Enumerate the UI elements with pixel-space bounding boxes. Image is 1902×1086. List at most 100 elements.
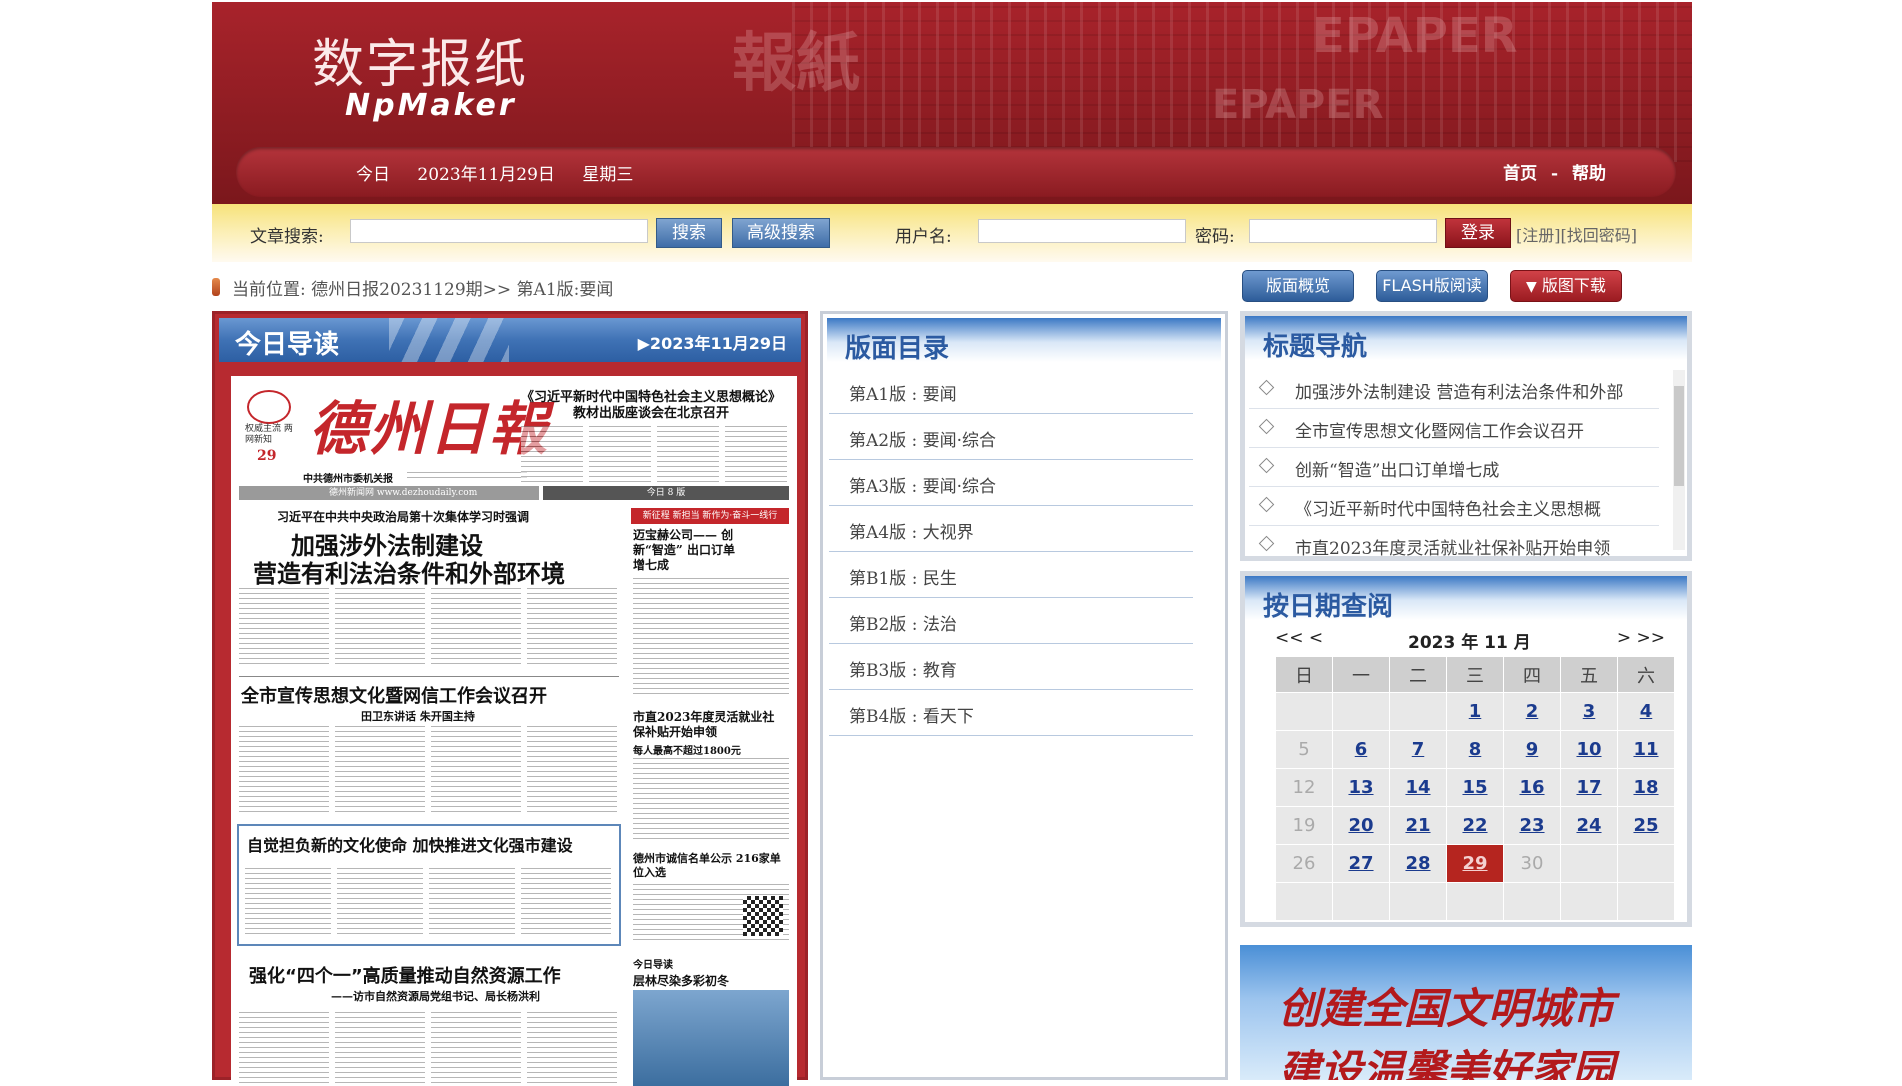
page-download-button[interactable]: ▼ 版图下载 — [1510, 270, 1622, 302]
recover-password-link[interactable]: [找回密码] — [1561, 226, 1638, 245]
scrollbar-thumb[interactable] — [1674, 386, 1684, 486]
calendar-day[interactable]: 13 — [1332, 768, 1390, 807]
newspaper-text-block — [337, 868, 423, 938]
calendar-day[interactable]: 27 — [1332, 844, 1390, 883]
calendar-day — [1275, 882, 1333, 921]
calendar-day[interactable]: 7 — [1389, 730, 1447, 769]
article-search-label: 文章搜索: — [250, 227, 324, 247]
civilization-banner[interactable]: 创建全国文明城市 建设温馨美好家园 — [1240, 945, 1692, 1080]
calendar-day-today[interactable]: 29 — [1446, 844, 1504, 883]
calendar-weekday: 一 — [1332, 656, 1390, 693]
nav-help-link[interactable]: 帮助 — [1572, 164, 1606, 184]
calendar-day: 30 — [1503, 844, 1561, 883]
calendar-day[interactable]: 25 — [1617, 806, 1675, 845]
nav-home-link[interactable]: 首页 — [1503, 164, 1537, 184]
newspaper-right-headline-5: 层林尽染多彩初冬 — [633, 974, 730, 988]
calendar-next-links[interactable]: > >> — [1617, 628, 1665, 648]
newspaper-right-headline-2: 市直2023年度灵活就业社保补贴开始申领 — [633, 710, 775, 739]
newspaper-text-block — [431, 1012, 521, 1086]
newspaper-text-block — [521, 426, 583, 482]
title-nav-list: 加强涉外法制建设 营造有利法治条件和外部 全市宣传思想文化暨网信工作会议召开 创… — [1249, 370, 1659, 556]
calendar-day[interactable]: 15 — [1446, 768, 1504, 807]
edition-item[interactable]: 第A1版 : 要闻 — [829, 368, 1193, 414]
title-nav-title: 标题导航 — [1263, 332, 1368, 362]
calendar-day[interactable]: 10 — [1560, 730, 1618, 769]
header-ghost-text: 報紙 — [732, 27, 860, 101]
title-nav-item[interactable]: 《习近平新时代中国特色社会主义思想概 — [1249, 487, 1659, 526]
calendar-day[interactable]: 22 — [1446, 806, 1504, 845]
register-link[interactable]: [注册] — [1516, 226, 1561, 245]
search-button[interactable]: 搜索 — [656, 218, 722, 248]
calendar-day[interactable]: 21 — [1389, 806, 1447, 845]
date-text: 2023年11月29日 — [417, 165, 555, 185]
calendar-weekday: 三 — [1446, 656, 1504, 693]
calendar-day[interactable]: 28 — [1389, 844, 1447, 883]
newspaper-right-tag: 新征程 新担当 新作为·奋斗一线行 — [631, 508, 789, 524]
newspaper-rule — [239, 676, 619, 677]
flash-read-button[interactable]: FLASH版阅读 — [1376, 270, 1488, 302]
calendar-day: 26 — [1275, 844, 1333, 883]
edition-directory-header: 版面目录 — [827, 318, 1221, 364]
calendar-day — [1275, 692, 1333, 731]
diamond-bullet-icon — [1258, 379, 1275, 396]
calendar-day[interactable]: 24 — [1560, 806, 1618, 845]
calendar-day[interactable]: 23 — [1503, 806, 1561, 845]
article-search-input[interactable] — [350, 219, 648, 243]
calendar-day[interactable]: 20 — [1332, 806, 1390, 845]
newspaper-masthead: 德州日報 — [309, 395, 550, 463]
title-nav-item[interactable]: 创新“智造”出口订单增七成 — [1249, 448, 1659, 487]
newspaper-page-image[interactable]: 权威主流 两网新知 29 德州日報 中共德州市委机关报 《习近平新时代中国特色社… — [231, 376, 797, 1086]
edition-directory-title: 版面目录 — [845, 334, 950, 364]
calendar-day[interactable]: 2 — [1503, 692, 1561, 731]
calendar-prev-links[interactable]: << < — [1275, 628, 1323, 648]
newspaper-right-headline: 迈宝赫公司—— 创新“智造” 出口订单增七成 — [633, 528, 735, 572]
edition-item[interactable]: 第B3版 : 教育 — [829, 644, 1193, 690]
calendar-day[interactable]: 17 — [1560, 768, 1618, 807]
edition-item[interactable]: 第B2版 : 法治 — [829, 598, 1193, 644]
chevron-decoration-icon — [389, 318, 509, 362]
calendar-day[interactable]: 3 — [1560, 692, 1618, 731]
edition-item-label: 第B3版 : 教育 — [849, 661, 957, 681]
advanced-search-button[interactable]: 高级搜索 — [732, 218, 830, 248]
edition-item[interactable]: 第A3版 : 要闻·综合 — [829, 460, 1193, 506]
calendar-day — [1332, 882, 1390, 921]
newspaper-text-block — [431, 726, 521, 812]
calendar-day[interactable]: 16 — [1503, 768, 1561, 807]
calendar-day[interactable]: 4 — [1617, 692, 1675, 731]
calendar-day[interactable]: 1 — [1446, 692, 1504, 731]
calendar-day[interactable]: 8 — [1446, 730, 1504, 769]
edition-item-label: 第A4版 : 大视界 — [849, 523, 974, 543]
edition-item[interactable]: 第B1版 : 民生 — [829, 552, 1193, 598]
header-ghost-text: EPAPER — [1312, 8, 1518, 64]
calendar-day[interactable]: 14 — [1389, 768, 1447, 807]
page-overview-button[interactable]: 版面概览 — [1242, 270, 1354, 302]
edition-item[interactable]: 第A4版 : 大视界 — [829, 506, 1193, 552]
newspaper-text-block — [239, 588, 329, 668]
title-nav-item[interactable]: 市直2023年度灵活就业社保补贴开始申领 — [1249, 526, 1659, 556]
calendar-day[interactable]: 18 — [1617, 768, 1675, 807]
newspaper-sub-3: 田卫东讲话 朱开国主持 — [361, 710, 475, 723]
title-nav-item-label: 全市宣传思想文化暨网信工作会议召开 — [1295, 422, 1584, 442]
newspaper-headline-3: 全市宣传思想文化暨网信工作会议召开 — [241, 686, 547, 707]
edition-item[interactable]: 第B4版 : 看天下 — [829, 690, 1193, 736]
title-nav-header: 标题导航 — [1245, 316, 1687, 362]
search-bar: 文章搜索: 搜索 高级搜索 用户名: 密码: 登录 [注册][找回密码] — [212, 204, 1692, 262]
edition-item[interactable]: 第A2版 : 要闻·综合 — [829, 414, 1193, 460]
newspaper-text-block — [335, 726, 425, 812]
login-button[interactable]: 登录 — [1445, 218, 1511, 248]
calendar-day[interactable]: 9 — [1503, 730, 1561, 769]
newspaper-kicker: 习近平在中共中央政治局第十次集体学习时强调 — [277, 510, 530, 524]
password-input[interactable] — [1249, 219, 1437, 243]
title-nav-scrollbar[interactable] — [1673, 370, 1685, 550]
title-nav-item[interactable]: 加强涉外法制建设 营造有利法治条件和外部 — [1249, 370, 1659, 409]
newspaper-right-headline-4: 今日导读 — [633, 960, 673, 971]
username-input[interactable] — [978, 219, 1186, 243]
diamond-bullet-icon — [1258, 418, 1275, 435]
calendar-day — [1389, 882, 1447, 921]
title-nav-item[interactable]: 全市宣传思想文化暨网信工作会议召开 — [1249, 409, 1659, 448]
calendar-day — [1617, 882, 1675, 921]
calendar-grid: 日一二三四五六 1 2 3 4 5 6 7 8 9 10 11 12 13 14 15 16 17 18 19 20 2… — [1275, 656, 1675, 921]
calendar-day[interactable]: 6 — [1332, 730, 1390, 769]
calendar-day[interactable]: 11 — [1617, 730, 1675, 769]
banner-line-1: 创建全国文明城市 — [1278, 984, 1615, 1033]
